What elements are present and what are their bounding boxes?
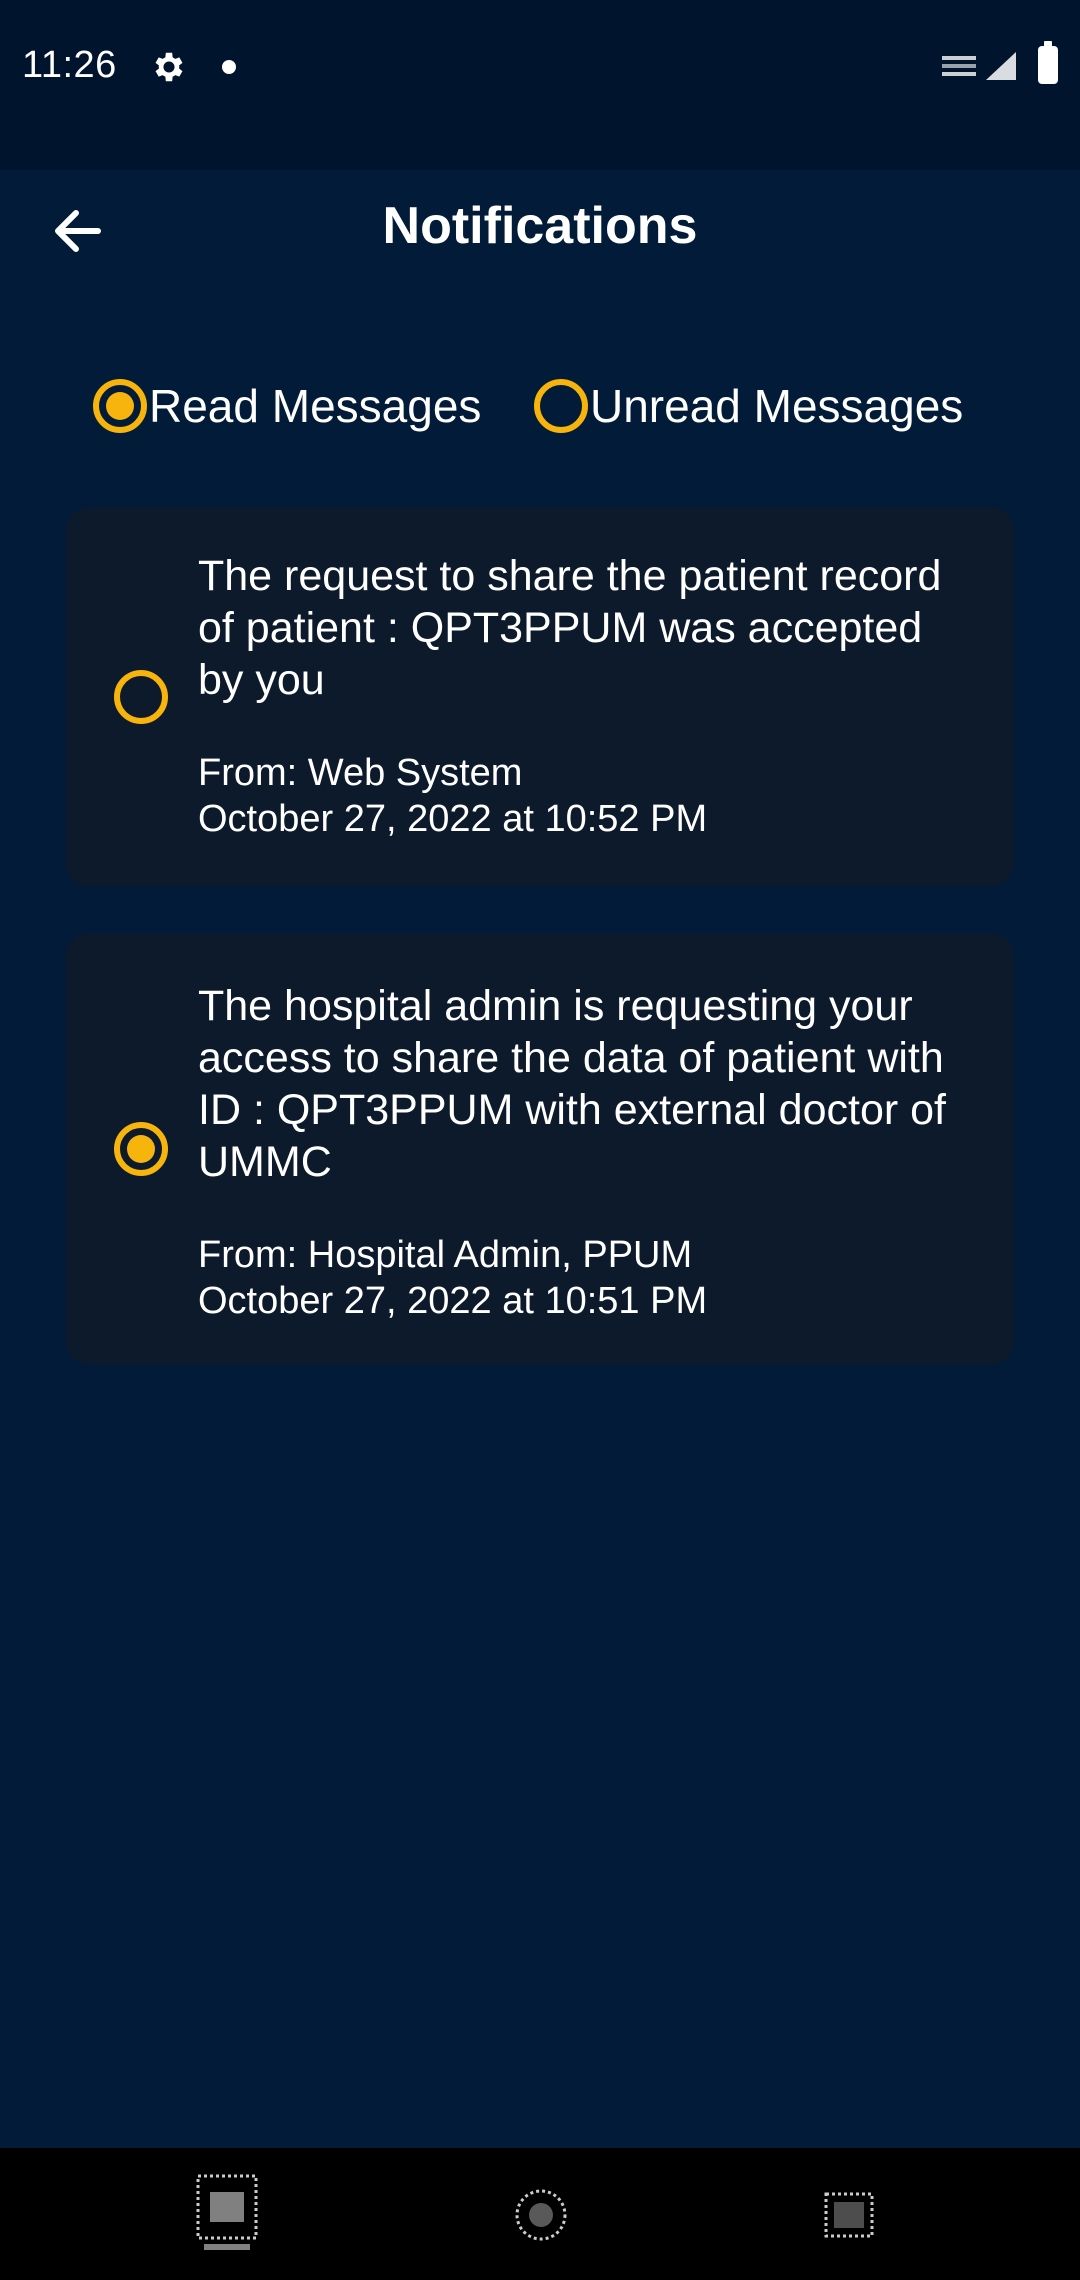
notification-dot-icon <box>222 60 236 74</box>
status-bar: 11:26 <box>0 0 1080 170</box>
page-title: Notifications <box>382 197 698 255</box>
filter-unread-messages[interactable]: Unread Messages <box>534 370 963 442</box>
back-nav-icon[interactable] <box>804 2170 894 2260</box>
system-nav-bar <box>0 2148 1080 2280</box>
filter-label: Unread Messages <box>590 380 964 432</box>
app-bar: Notifications <box>0 170 1080 290</box>
notification-date: October 27, 2022 at 10:52 PM <box>198 798 708 840</box>
home-icon[interactable] <box>496 2170 586 2260</box>
radio-selected-icon[interactable] <box>93 379 147 433</box>
notification-sender: From: Hospital Admin, PPUM <box>198 1234 693 1276</box>
filter-read-messages[interactable]: Read Messages <box>93 370 481 442</box>
notification-sender: From: Web System <box>198 752 523 794</box>
notification-date: October 27, 2022 at 10:51 PM <box>198 1280 708 1322</box>
radio-unselected-icon[interactable] <box>534 379 588 433</box>
notification-card[interactable]: The hospital admin is requesting your ac… <box>66 934 1014 1364</box>
radio-selected-icon[interactable] <box>114 1122 168 1176</box>
status-time: 11:26 <box>22 44 117 86</box>
signal-icon <box>942 52 1016 80</box>
filter-label: Read Messages <box>149 380 482 432</box>
notification-message: The request to share the patient record … <box>198 552 942 704</box>
recent-apps-icon[interactable] <box>182 2170 272 2260</box>
message-filter: Read Messages Unread Messages <box>0 370 1080 442</box>
notification-message: The hospital admin is requesting your ac… <box>198 982 946 1186</box>
battery-icon <box>1038 41 1058 84</box>
radio-unselected-icon[interactable] <box>114 670 168 724</box>
gear-icon <box>155 52 183 82</box>
notification-card[interactable]: The request to share the patient record … <box>66 508 1014 886</box>
